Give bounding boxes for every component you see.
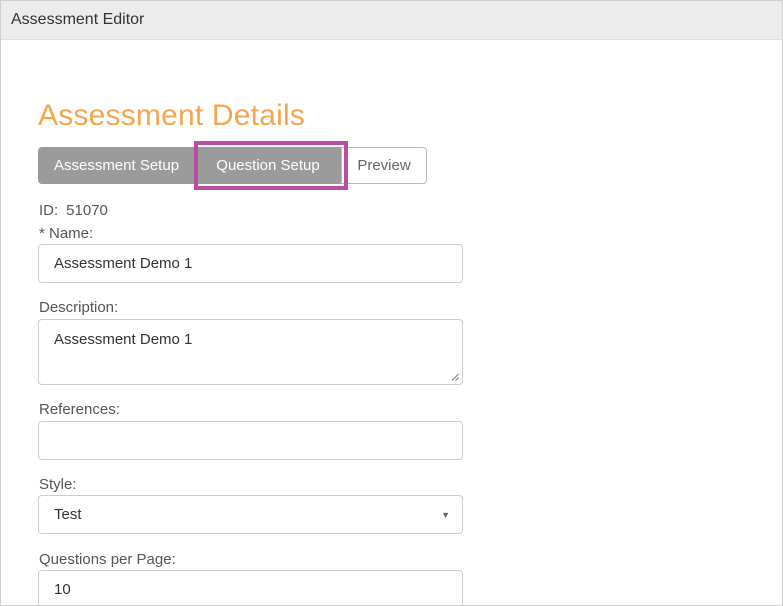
style-label: Style:	[39, 476, 77, 493]
title-bar: Assessment Editor	[1, 1, 782, 40]
references-label: References:	[39, 401, 120, 418]
id-value: 51070	[66, 202, 108, 219]
style-select-value: Test	[54, 506, 82, 523]
page-heading: Assessment Details	[38, 99, 306, 132]
name-input[interactable]: Assessment Demo 1	[38, 244, 463, 283]
name-input-value: Assessment Demo 1	[54, 255, 193, 272]
style-select[interactable]: Test ▼	[38, 495, 463, 534]
tab-assessment-setup[interactable]: Assessment Setup	[38, 147, 195, 184]
tab-question-setup[interactable]: Question Setup	[195, 147, 341, 184]
description-textarea-value: Assessment Demo 1	[54, 331, 193, 348]
questions-per-page-label: Questions per Page:	[39, 551, 176, 568]
description-label: Description:	[39, 299, 119, 316]
assessment-id: ID: 51070	[39, 202, 108, 219]
questions-per-page-input-value: 10	[54, 581, 71, 598]
window-title: Assessment Editor	[11, 11, 145, 28]
questions-per-page-input[interactable]: 10	[38, 570, 463, 605]
description-textarea[interactable]: Assessment Demo 1	[38, 319, 463, 385]
dropdown-caret-icon: ▼	[441, 510, 450, 520]
tab-bar: Assessment Setup Question Setup Preview	[38, 147, 427, 184]
assessment-editor-window: Assessment Editor Assessment Details Ass…	[0, 0, 783, 606]
name-label: * Name:	[39, 225, 94, 242]
resize-grip-icon[interactable]	[451, 373, 459, 381]
id-label: ID:	[39, 202, 59, 219]
references-input[interactable]	[38, 421, 463, 460]
tab-preview[interactable]: Preview	[341, 147, 427, 184]
